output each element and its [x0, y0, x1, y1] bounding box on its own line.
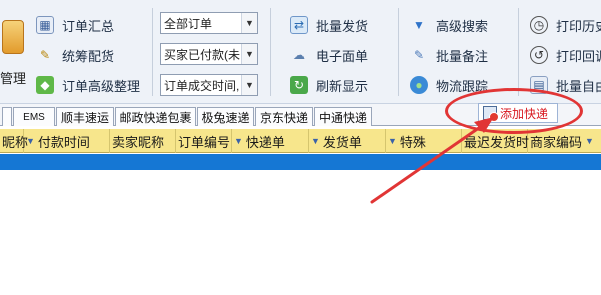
batch-ship-label: 批量发货 — [316, 18, 369, 34]
toolbar-separator — [152, 8, 153, 96]
organize-icon: ◆ — [36, 76, 54, 94]
toolbar: 管理 ▦ 订单汇总 ✎ 统筹配货 ◆ 订单高级整理 全部订单 ▼ 买家已付款(未… — [0, 0, 601, 104]
manage-icon — [2, 20, 24, 54]
allocation-label: 统筹配货 — [62, 48, 115, 64]
filter-icon[interactable]: ▼ — [388, 136, 397, 146]
add-express-button[interactable]: 添加快递 — [478, 103, 558, 123]
selected-row[interactable] — [0, 154, 601, 170]
status-filter-value: 买家已付款(未 — [164, 47, 240, 62]
column-header-latest-ship-time[interactable]: 最迟发货时 — [462, 129, 530, 153]
column-label: 发货单 — [322, 134, 362, 150]
column-label: 最迟发货时 — [464, 134, 530, 150]
column-label: 付款时间 — [37, 134, 90, 150]
batch-ship-icon: ⇄ — [290, 16, 308, 34]
e-waybill-button[interactable]: ☁ 电子面单 — [290, 43, 368, 67]
clock-icon: ◷ — [530, 16, 548, 34]
tab-zto-express[interactable]: 中通快递 — [314, 107, 372, 126]
filter-icon[interactable]: ▼ — [26, 136, 35, 146]
tab-prev[interactable] — [2, 107, 12, 126]
status-filter-select[interactable]: 买家已付款(未 ▼ — [160, 43, 258, 65]
print-history-label: 打印历史 — [556, 18, 601, 34]
globe-icon: ● — [410, 76, 428, 94]
batch-free-label: 批量自由 — [556, 78, 601, 94]
sort-select[interactable]: 订单成交时间, ▼ — [160, 74, 258, 96]
refresh-button[interactable]: ↻ 刷新显示 — [290, 73, 368, 97]
column-label: 特殊 — [399, 134, 426, 150]
tab-jd-express[interactable]: 京东快递 — [255, 107, 313, 126]
filter-icon[interactable]: ▼ — [234, 136, 243, 146]
print-callback-label: 打印回调 — [556, 48, 601, 64]
logistics-tracking-button[interactable]: ● 物流跟踪 — [410, 73, 488, 97]
batch-remark-label: 批量备注 — [436, 48, 489, 64]
refresh-icon: ↻ — [290, 76, 308, 94]
print-history-button[interactable]: ◷ 打印历史 — [530, 13, 601, 37]
summary-icon: ▦ — [36, 16, 54, 34]
add-express-label: 添加快递 — [500, 106, 549, 121]
tab-ems[interactable]: EMS — [13, 107, 55, 126]
allocation-icon: ✎ — [39, 48, 51, 62]
add-express-icon — [483, 106, 499, 122]
manage-button[interactable]: 管理 — [0, 10, 28, 86]
column-header-merchant-code[interactable]: 商家编码 ▼ — [528, 129, 601, 153]
column-header-nickname[interactable]: 昵称 — [0, 129, 28, 153]
pencil-icon: ✎ — [413, 48, 425, 62]
advanced-search-label: 高级搜索 — [436, 18, 489, 34]
tab-jitu-express[interactable]: 极兔速递 — [197, 107, 254, 126]
toolbar-separator — [270, 8, 271, 96]
column-label: 快递单 — [245, 134, 285, 150]
e-waybill-label: 电子面单 — [316, 48, 369, 64]
chevron-down-icon: ▼ — [241, 75, 257, 95]
history-icon: ↺ — [530, 46, 548, 64]
column-header-order-number[interactable]: 订单编号 — [176, 129, 232, 153]
tab-sf-express[interactable]: 顺丰速运 — [56, 107, 114, 126]
column-header-payment-time[interactable]: ▼ 付款时间 — [24, 129, 110, 153]
order-filter-select[interactable]: 全部订单 ▼ — [160, 12, 258, 34]
column-header-seller-nickname[interactable]: 卖家昵称 — [110, 129, 176, 153]
order-summary-button[interactable]: ▦ 订单汇总 — [36, 13, 114, 37]
chevron-down-icon: ▼ — [241, 44, 257, 64]
filter-icon[interactable]: ▼ — [311, 136, 320, 146]
batch-ship-button[interactable]: ⇄ 批量发货 — [290, 13, 368, 37]
column-label: 卖家昵称 — [112, 134, 165, 150]
advanced-organize-button[interactable]: ◆ 订单高级整理 — [36, 73, 140, 97]
print-callback-button[interactable]: ↺ 打印回调 — [530, 43, 601, 67]
toolbar-separator — [518, 8, 519, 96]
cloud-icon: ☁ — [293, 48, 305, 62]
column-header-invoice[interactable]: ▼ 发货单 — [309, 129, 386, 153]
advanced-search-button[interactable]: ▼ 高级搜索 — [410, 13, 488, 37]
tab-postal-parcel[interactable]: 邮政快递包裹 — [115, 107, 196, 126]
column-header-special[interactable]: ▼ 特殊 — [386, 129, 462, 153]
refresh-label: 刷新显示 — [316, 78, 369, 94]
filter-icon[interactable]: ▼ — [585, 136, 594, 146]
batch-free-button[interactable]: ▤ 批量自由 — [530, 73, 601, 97]
column-label: 商家编码 — [530, 134, 583, 150]
order-summary-label: 订单汇总 — [62, 18, 115, 34]
toolbar-separator — [398, 8, 399, 96]
column-header-waybill[interactable]: ▼ 快递单 — [232, 129, 309, 153]
advanced-organize-label: 订单高级整理 — [62, 78, 141, 94]
sort-value: 订单成交时间, — [164, 78, 240, 93]
logistics-tracking-label: 物流跟踪 — [436, 78, 489, 94]
column-label: 订单编号 — [178, 134, 231, 150]
filter-icon: ▼ — [413, 18, 425, 32]
manage-label: 管理 — [0, 71, 27, 86]
allocation-button[interactable]: ✎ 统筹配货 — [36, 43, 114, 67]
order-filter-value: 全部订单 — [164, 16, 213, 31]
order-table-header: 昵称 ▼ 付款时间 卖家昵称 订单编号 ▼ 快递单 ▼ 发货单 ▼ 特殊 最迟发… — [0, 129, 601, 153]
batch-remark-button[interactable]: ✎ 批量备注 — [410, 43, 488, 67]
grid-icon: ▤ — [530, 76, 548, 94]
chevron-down-icon: ▼ — [241, 13, 257, 33]
